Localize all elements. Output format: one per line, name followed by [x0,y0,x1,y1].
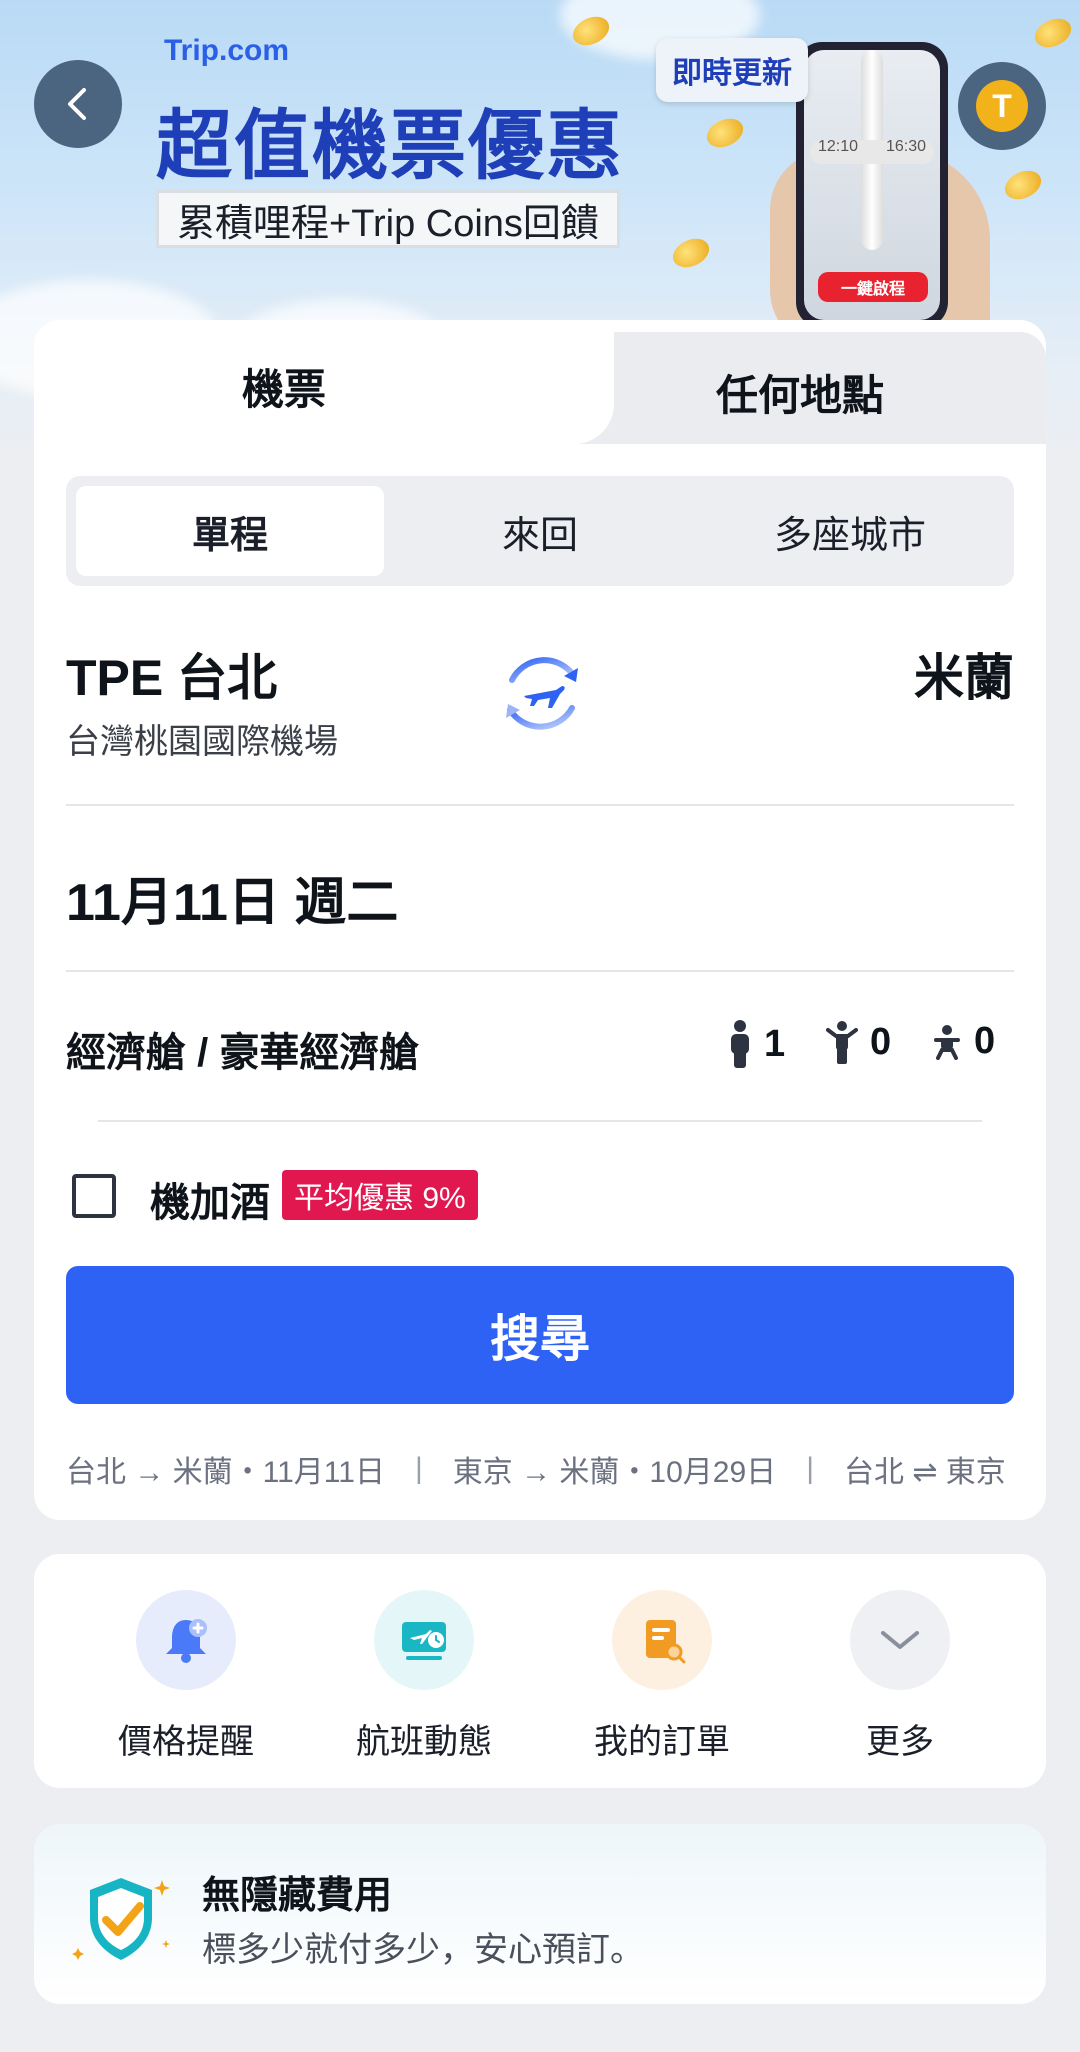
phone-illustration: 12:10 16:30 一鍵啟程 [796,42,948,328]
trip-type-round-trip[interactable]: 來回 [386,486,694,576]
departure-date[interactable]: 11月11日 週二 [66,860,398,935]
child-count[interactable]: 0 [826,1020,891,1064]
fee-subtitle: 標多少就付多少，安心預訂。 [202,1931,644,1969]
hotel-addon-label[interactable]: 機加酒 [150,1170,270,1228]
divider [66,804,1014,806]
banner-subtag: 累積哩程+Trip Coins回饋 [156,190,620,248]
coin-decoration [1030,13,1076,53]
coin-decoration [1000,165,1046,205]
tool-flight-status[interactable]: 航班動態 [324,1590,524,1763]
shield-check-icon [72,1878,170,1960]
tool-my-orders[interactable]: 我的訂單 [562,1590,762,1763]
swap-plane-icon [506,657,578,730]
quick-tools: 價格提醒 航班動態 我的訂單 更多 [34,1554,1046,1788]
destination-city[interactable]: 米蘭 [914,638,1014,710]
child-icon [826,1021,858,1064]
tab-flights[interactable]: 機票 [242,356,326,417]
adult-icon [731,1020,749,1068]
adult-count[interactable]: 1 [728,1020,785,1068]
flight-status-icon [374,1590,474,1690]
phone-time-right: 16:30 [885,138,926,155]
banner-bubble: 即時更新 [656,38,808,102]
chevron-down-icon [850,1590,950,1690]
fee-title: 無隱藏費用 [202,1875,393,1917]
swap-route-button[interactable] [494,646,590,742]
search-button[interactable]: 搜尋 [66,1266,1014,1404]
brand-logo: Trip.com [164,34,290,67]
history-item[interactable]: 台北 ⇌ 東京 [844,1447,1006,1491]
orders-icon [612,1590,712,1690]
adult-count-value: 1 [764,1022,786,1065]
tool-price-alert[interactable]: 價格提醒 [86,1590,286,1763]
coin-decoration [668,233,714,273]
hotel-addon-checkbox[interactable] [72,1174,116,1218]
tool-more[interactable]: 更多 [800,1590,1000,1763]
cabin-class[interactable]: 經濟艙 / 豪華經濟艙 [66,1020,419,1078]
banner-headline: 超值機票優惠 [156,104,624,189]
coin-decoration [702,113,748,153]
trip-type-selector: 單程 來回 多座城市 [66,476,1014,586]
history-separator: | [414,1452,423,1485]
no-hidden-fees-banner[interactable]: 無隱藏費用 標多少就付多少，安心預訂。 [34,1824,1046,2004]
search-history: 台北 → 米蘭・11月11日 | 東京 → 米蘭・10月29日 | 台北 ⇌ 東… [66,1444,1014,1494]
trip-type-one-way[interactable]: 單程 [76,486,384,576]
infant-icon [934,1024,960,1060]
divider [98,1120,982,1122]
history-item[interactable]: 東京 → 米蘭・10月29日 [453,1447,776,1491]
chevron-left-icon [68,88,86,120]
trip-type-multi-city[interactable]: 多座城市 [696,486,1004,576]
main-tabs: 機票 任何地點 [34,320,1046,444]
divider [66,970,1014,972]
infant-count-value: 0 [974,1020,996,1062]
history-separator: | [806,1452,814,1485]
tool-label: 我的訂單 [594,1723,730,1761]
user-avatar[interactable]: T [958,62,1046,150]
tool-label: 更多 [866,1723,934,1761]
origin-city[interactable]: TPE 台北 [66,638,277,710]
history-item[interactable]: 台北 → 米蘭・11月11日 [66,1447,385,1491]
back-button[interactable] [34,60,122,148]
tool-label: 航班動態 [356,1723,492,1761]
origin-airport[interactable]: 台灣桃園國際機場 [66,714,338,763]
bell-icon [136,1590,236,1690]
discount-badge: 平均優惠 9% [282,1170,478,1220]
phone-time-left: 12:10 [818,138,859,155]
child-count-value: 0 [870,1020,892,1063]
tool-label: 價格提醒 [118,1723,254,1761]
avatar-letter: T [976,80,1028,132]
flight-search-card: 機票 任何地點 單程 來回 多座城市 TPE 台北 台灣桃園國際機場 米蘭 11… [34,320,1046,1520]
tab-anywhere-label[interactable]: 任何地點 [716,362,884,423]
phone-cta: 一鍵啟程 [818,272,928,302]
infant-count[interactable]: 0 [932,1020,995,1063]
